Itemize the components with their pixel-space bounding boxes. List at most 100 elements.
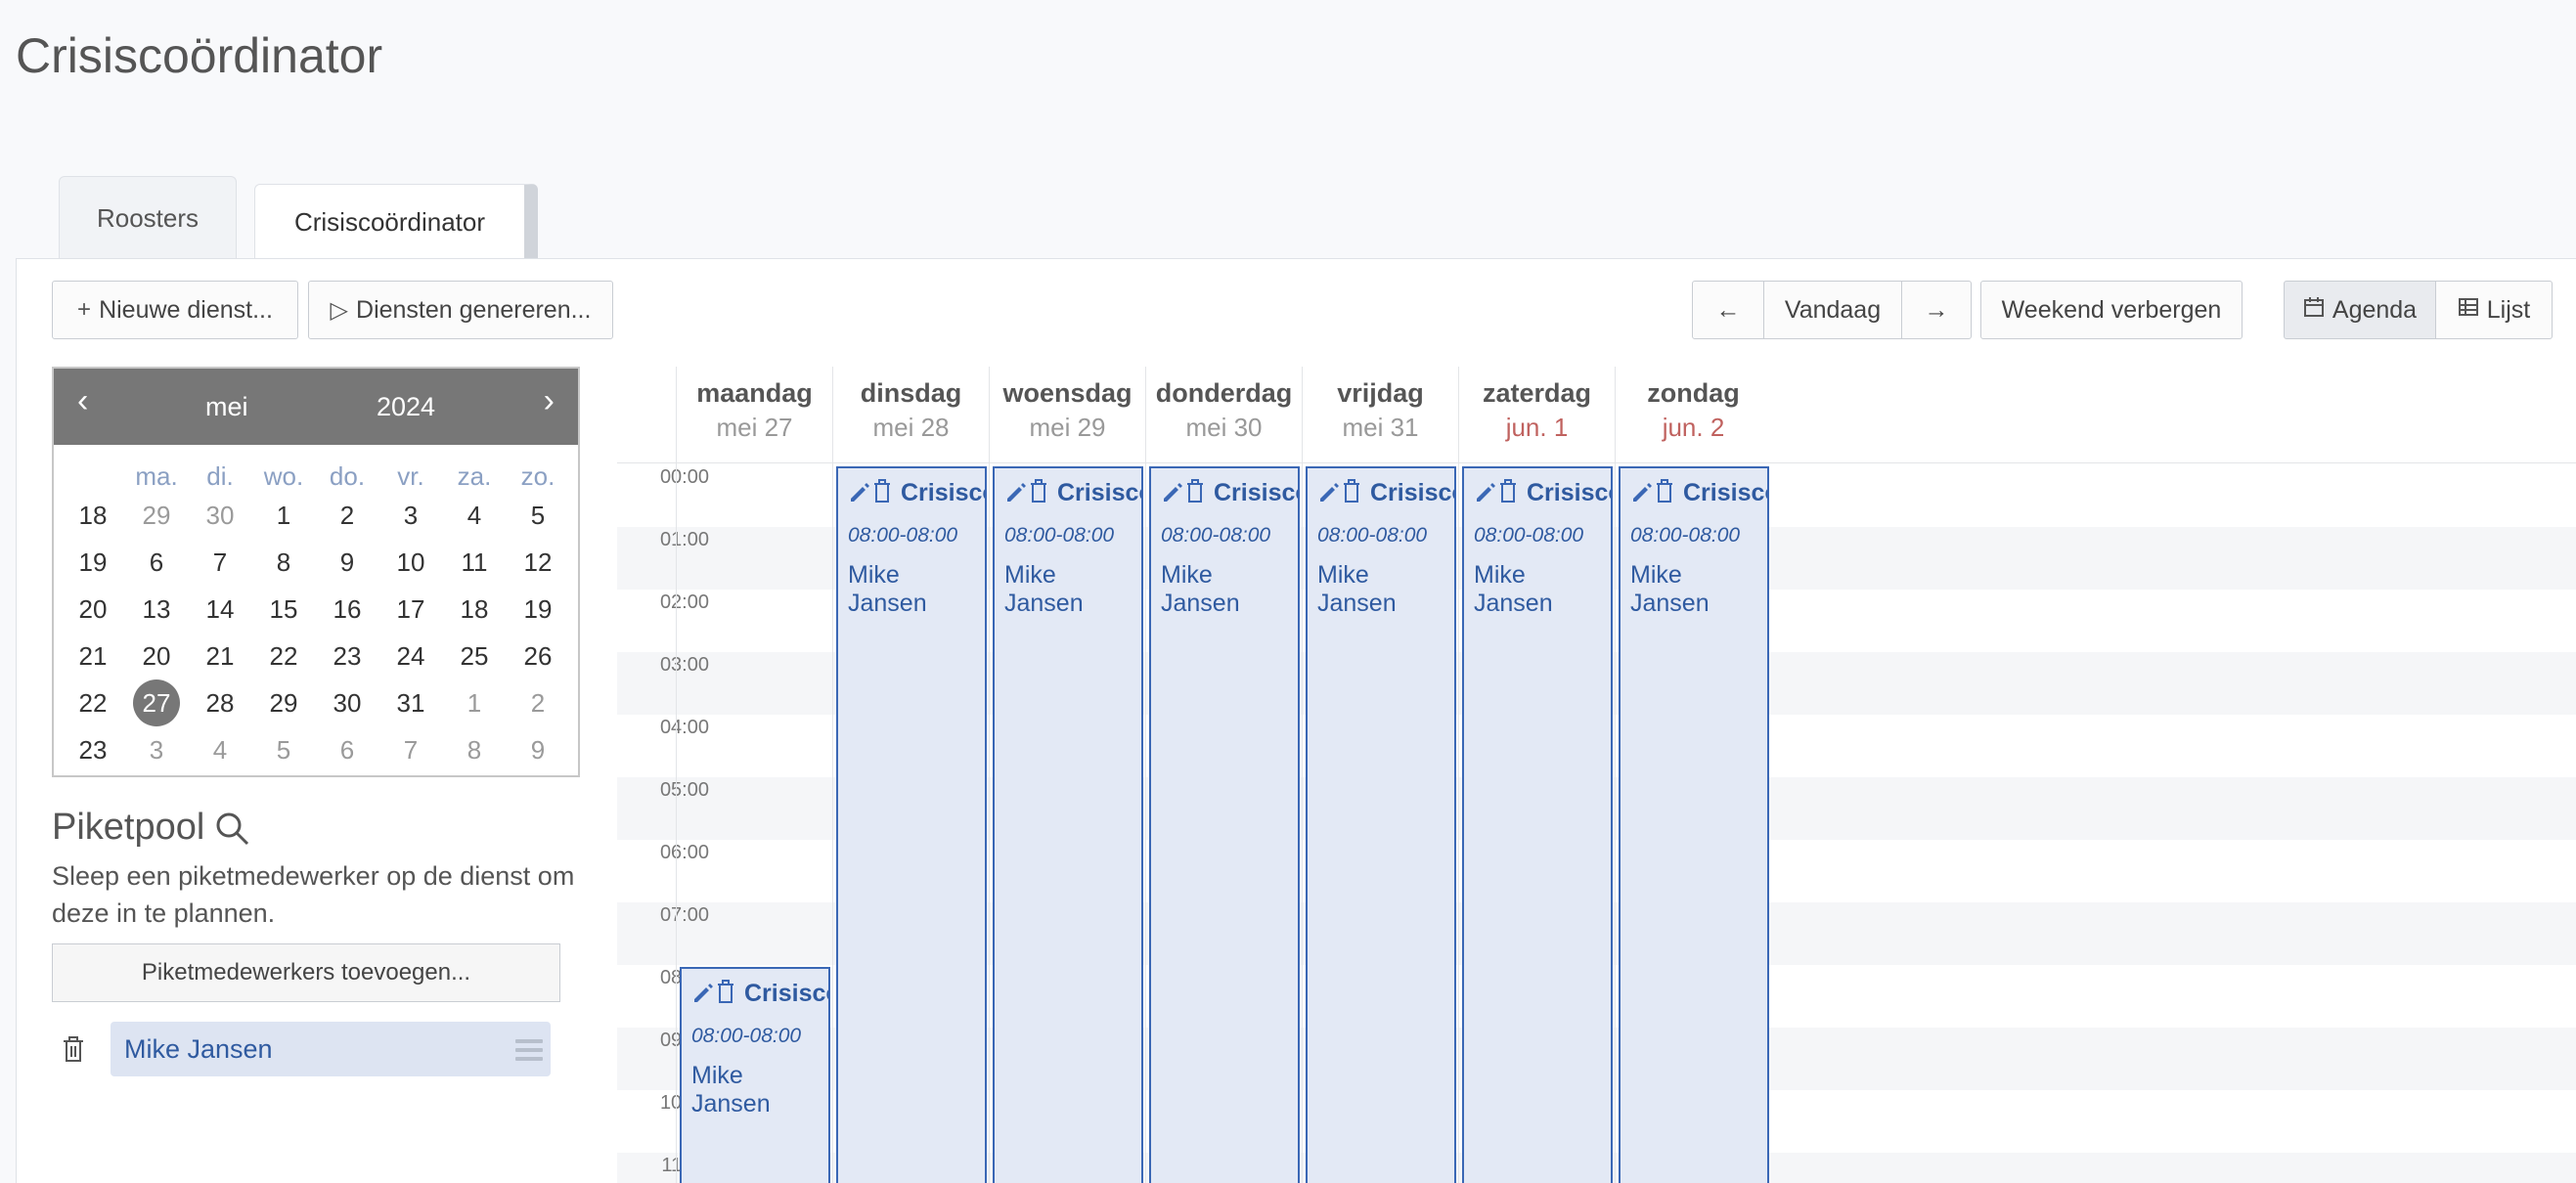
event-person: Mike Jansen [848,561,927,617]
mini-calendar-day[interactable]: 21 [191,633,249,679]
mini-calendar-day[interactable]: 23 [318,633,377,679]
edit-delete-icons[interactable] [1161,478,1214,508]
shift-event[interactable]: Crisiscoördinator 08:00-08:00 Mike Jansen [1306,466,1456,1183]
mini-calendar-day[interactable]: 8 [445,726,504,773]
mini-calendar-day[interactable]: 26 [509,633,567,679]
shift-event[interactable]: Crisiscoördinator 08:00-08:00 Mike Jansen [993,466,1143,1183]
mini-calendar-year[interactable]: 2024 [377,392,435,422]
mini-calendar-day[interactable]: 30 [318,679,377,726]
trash-icon[interactable] [62,1035,85,1068]
arrow-left-icon: ← [1715,295,1741,324]
edit-delete-icons[interactable] [1630,478,1683,508]
chevron-left-icon[interactable]: ‹ [77,382,88,420]
day-date: jun. 2 [1662,413,1725,442]
page-title: Crisiscoördinator [16,28,383,83]
day-header: vrijdag mei 31 [1302,367,1458,462]
shift-event[interactable]: Crisiscoördinator 08:00-08:00 Mike Jansen [1149,466,1300,1183]
mini-calendar-header: ‹ mei 2024 › [54,369,578,445]
shift-event[interactable]: Crisiscoördinator 08:00-08:00 Mike Jansen [836,466,987,1183]
mini-calendar-day[interactable]: 2 [509,679,567,726]
event-title: Crisiscoördinator [1214,479,1298,506]
mini-calendar-day[interactable]: 19 [509,586,567,633]
generate-services-button[interactable]: ▷ Diensten genereren... [308,281,613,339]
mini-calendar-day[interactable]: 5 [254,726,313,773]
mini-calendar-day[interactable]: 1 [254,492,313,539]
event-person: Mike Jansen [1474,561,1553,617]
mini-calendar-day[interactable]: 6 [127,539,186,586]
new-service-button[interactable]: + Nieuwe dienst... [52,281,298,339]
mini-calendar-day[interactable]: 14 [191,586,249,633]
day-date: mei 29 [1029,413,1106,442]
edit-delete-icons[interactable] [1004,478,1057,508]
mini-calendar-day[interactable]: 15 [254,586,313,633]
mini-calendar-day[interactable]: 3 [127,726,186,773]
agenda-view-button[interactable]: Agenda [2284,281,2436,339]
mini-calendar-day[interactable]: 7 [191,539,249,586]
mini-calendar-day[interactable]: 12 [509,539,567,586]
mini-calendar-day[interactable]: 27 [127,679,186,726]
today-button[interactable]: Vandaag [1763,281,1902,339]
edit-delete-icons[interactable] [1317,478,1370,508]
mini-calendar-day[interactable]: 18 [445,586,504,633]
event-title: Crisiscoördinator [1683,479,1767,506]
drag-handle-icon[interactable] [515,1039,543,1066]
main-panel: + Nieuwe dienst... ▷ Diensten genereren.… [16,258,2576,1183]
event-title: Crisiscoördinator [1527,479,1611,506]
mini-calendar-day[interactable]: 29 [127,492,186,539]
mini-calendar-day[interactable]: 28 [191,679,249,726]
mini-calendar-day[interactable]: 3 [381,492,440,539]
shift-event[interactable]: Crisiscoördinator 08:00-08:00 Mike Jansen [680,967,830,1183]
pool-member[interactable]: Mike Jansen [111,1022,551,1076]
mini-calendar-day[interactable]: 16 [318,586,377,633]
day-header: zondag jun. 2 [1615,367,1771,462]
mini-calendar-day[interactable]: 17 [381,586,440,633]
tab-crisiscoordinator[interactable]: Crisiscoördinator [254,184,538,260]
search-icon[interactable] [212,809,251,848]
edit-delete-icons[interactable] [691,979,744,1009]
mini-calendar-day[interactable]: 5 [509,492,567,539]
mini-calendar-day[interactable]: 9 [509,726,567,773]
week-number: 21 [78,641,108,671]
mini-calendar-day[interactable]: 6 [318,726,377,773]
week-number: 20 [78,594,108,624]
day-header: zaterdag jun. 1 [1458,367,1615,462]
mini-calendar-day[interactable]: 8 [254,539,313,586]
grid-top-border [617,462,2576,463]
hide-weekend-button[interactable]: Weekend verbergen [1980,281,2243,339]
event-time: 08:00-08:00 [848,524,958,547]
mini-calendar-day[interactable]: 2 [318,492,377,539]
mini-calendar-day[interactable]: 9 [318,539,377,586]
mini-calendar-day[interactable]: 11 [445,539,504,586]
mini-calendar-day[interactable]: 1 [445,679,504,726]
add-pool-members-button[interactable]: Piketmedewerkers toevoegen... [52,943,560,1002]
mini-calendar-day[interactable]: 31 [381,679,440,726]
mini-calendar-day[interactable]: 20 [127,633,186,679]
edit-delete-icons[interactable] [848,478,901,508]
mini-calendar-day[interactable]: 29 [254,679,313,726]
day-date: mei 28 [872,413,950,442]
mini-calendar-day[interactable]: 13 [127,586,186,633]
week-number: 22 [78,688,108,718]
mini-calendar-day[interactable]: 22 [254,633,313,679]
list-view-button[interactable]: Lijst [2435,281,2553,339]
mini-calendar-day[interactable]: 4 [445,492,504,539]
tab-roosters[interactable]: Roosters [59,176,237,260]
mini-calendar-day[interactable]: 7 [381,726,440,773]
play-icon: ▷ [330,296,349,324]
edit-delete-icons[interactable] [1474,478,1527,508]
mini-calendar-day[interactable]: 25 [445,633,504,679]
shift-event[interactable]: Crisiscoördinator 08:00-08:00 Mike Jansen [1619,466,1769,1183]
prev-week-button[interactable]: ← [1692,281,1764,339]
mini-calendar-day[interactable]: 24 [381,633,440,679]
chevron-right-icon[interactable]: › [544,382,555,420]
mini-calendar: ‹ mei 2024 › ma. di. wo. do. vr. za. zo. 18 29 30… [52,367,580,777]
shift-event[interactable]: Crisiscoördinator 08:00-08:00 Mike Jansen [1462,466,1613,1183]
week-number: 18 [78,501,108,530]
mini-calendar-day[interactable]: 10 [381,539,440,586]
mini-calendar-week: 21 20 21 22 23 24 25 26 [54,633,582,679]
plus-icon: + [77,296,92,323]
next-week-button[interactable]: → [1901,281,1972,339]
mini-calendar-day[interactable]: 30 [191,492,249,539]
mini-calendar-day[interactable]: 4 [191,726,249,773]
mini-calendar-month[interactable]: mei [205,392,248,422]
